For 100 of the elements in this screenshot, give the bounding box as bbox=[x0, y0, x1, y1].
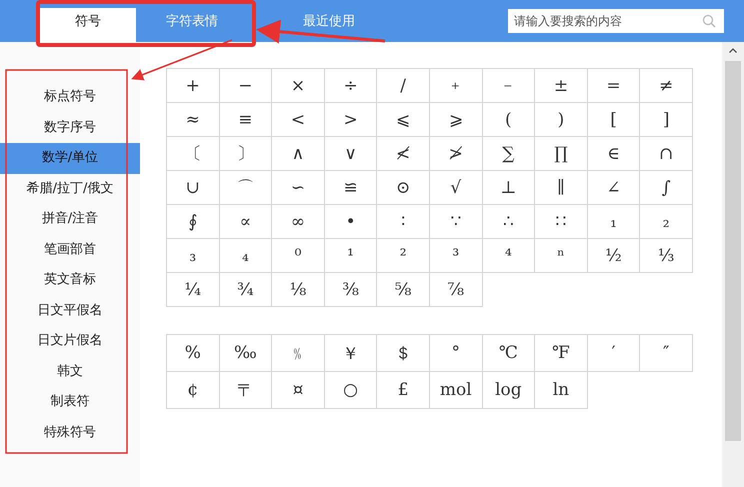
symbol-cell[interactable]: [ bbox=[588, 103, 640, 137]
symbol-cell[interactable]: ∝ bbox=[220, 205, 272, 239]
category-item[interactable]: 英文音标 bbox=[0, 265, 140, 296]
symbol-cell[interactable]: ‰ bbox=[220, 335, 272, 372]
symbol-cell[interactable]: ○ bbox=[324, 372, 378, 409]
symbol-cell[interactable]: − bbox=[220, 69, 272, 103]
symbol-cell[interactable]: ¾ bbox=[220, 273, 272, 307]
scroll-thumb[interactable] bbox=[725, 61, 741, 441]
symbol-cell[interactable]: ≮ bbox=[377, 137, 430, 171]
symbol-cell[interactable]: ∥ bbox=[535, 171, 588, 205]
category-item[interactable]: 标点符号 bbox=[0, 82, 140, 112]
symbol-cell[interactable]: ∩ bbox=[640, 137, 693, 171]
scrollbar[interactable] bbox=[722, 42, 744, 487]
symbol-cell[interactable]: ₄ bbox=[220, 239, 272, 273]
symbol-cell[interactable]: ≠ bbox=[640, 69, 693, 103]
symbol-cell[interactable]: ⊙ bbox=[377, 171, 430, 205]
symbol-cell[interactable]: ∧ bbox=[272, 137, 325, 171]
symbol-cell[interactable]: ∠ bbox=[588, 171, 640, 205]
symbol-cell[interactable]: ﹣ bbox=[482, 69, 536, 103]
symbol-cell[interactable]: ( bbox=[482, 103, 536, 137]
symbol-cell[interactable]: ≯ bbox=[430, 137, 483, 171]
category-item[interactable]: 制表符 bbox=[0, 387, 140, 418]
symbol-cell[interactable]: ⩽ bbox=[377, 103, 430, 137]
symbol-cell[interactable]: ° bbox=[430, 335, 483, 372]
symbol-cell[interactable]: ≈ bbox=[167, 103, 220, 137]
symbol-cell[interactable]: 〒 bbox=[220, 372, 272, 409]
symbol-cell[interactable]: ∪ bbox=[167, 171, 220, 205]
symbol-cell[interactable]: ￥ bbox=[324, 335, 378, 372]
symbol-cell[interactable]: ′ bbox=[588, 335, 640, 372]
symbol-cell[interactable]: ＄ bbox=[377, 335, 430, 372]
symbol-cell[interactable]: • bbox=[324, 205, 378, 239]
symbol-cell[interactable]: ⅜ bbox=[324, 273, 378, 307]
symbol-cell[interactable]: ₃ bbox=[167, 239, 220, 273]
category-item[interactable]: 笔画部首 bbox=[0, 234, 140, 265]
symbol-cell[interactable]: ¼ bbox=[167, 273, 220, 307]
tab[interactable]: 符号 bbox=[40, 8, 136, 42]
symbol-cell[interactable]: ÷ bbox=[324, 69, 378, 103]
symbol-cell[interactable]: ½ bbox=[588, 239, 640, 273]
symbol-cell[interactable]: ∷ bbox=[535, 205, 588, 239]
category-item[interactable]: 数学/单位 bbox=[0, 143, 140, 174]
symbol-cell[interactable]: ⅝ bbox=[377, 273, 430, 307]
symbol-cell[interactable]: ₂ bbox=[640, 205, 693, 239]
symbol-cell[interactable]: ℉ bbox=[535, 335, 588, 372]
symbol-cell[interactable]: ¢ bbox=[167, 372, 220, 409]
symbol-cell[interactable]: ∑ bbox=[482, 137, 536, 171]
symbol-cell[interactable]: ) bbox=[535, 103, 588, 137]
symbol-cell[interactable]: % bbox=[167, 335, 220, 372]
symbol-cell[interactable]: ″ bbox=[640, 335, 693, 372]
symbol-cell[interactable]: ∨ bbox=[324, 137, 378, 171]
symbol-cell[interactable]: ⌒ bbox=[220, 171, 272, 205]
symbol-cell[interactable]: ≌ bbox=[324, 171, 378, 205]
category-item[interactable]: 拼音/注音 bbox=[0, 204, 140, 234]
symbol-cell[interactable]: ⅓ bbox=[640, 239, 693, 273]
symbol-cell[interactable]: mol bbox=[430, 372, 483, 409]
symbol-cell[interactable]: ] bbox=[640, 103, 693, 137]
symbol-cell[interactable]: ln bbox=[535, 372, 588, 409]
symbol-cell[interactable]: £ bbox=[377, 372, 430, 409]
symbol-cell[interactable]: ₁ bbox=[588, 205, 640, 239]
symbol-cell[interactable]: ⊥ bbox=[482, 171, 536, 205]
symbol-cell[interactable]: log bbox=[482, 372, 536, 409]
symbol-cell[interactable]: ⁿ bbox=[535, 239, 588, 273]
category-item[interactable]: 日文平假名 bbox=[0, 296, 140, 326]
symbol-cell[interactable]: ⅛ bbox=[272, 273, 325, 307]
symbol-cell[interactable]: ³ bbox=[430, 239, 483, 273]
symbol-cell[interactable]: ℃ bbox=[482, 335, 536, 372]
symbol-cell[interactable]: ∞ bbox=[272, 205, 325, 239]
symbol-cell[interactable]: 〔 bbox=[167, 137, 220, 171]
symbol-cell[interactable]: ∫ bbox=[640, 171, 693, 205]
symbol-cell[interactable]: ∏ bbox=[535, 137, 588, 171]
symbol-cell[interactable]: ∴ bbox=[482, 205, 536, 239]
symbol-cell[interactable]: ± bbox=[535, 69, 588, 103]
search-field[interactable]: 请输入要搜索的内容 bbox=[508, 9, 724, 33]
symbol-cell[interactable]: ∵ bbox=[430, 205, 483, 239]
symbol-cell[interactable]: ﹪ bbox=[272, 335, 325, 372]
symbol-cell[interactable]: 〕 bbox=[220, 137, 272, 171]
symbol-cell[interactable]: < bbox=[272, 103, 325, 137]
symbol-cell[interactable]: / bbox=[377, 69, 430, 103]
symbol-cell[interactable]: ⅞ bbox=[430, 273, 483, 307]
category-item[interactable]: 韩文 bbox=[0, 356, 140, 387]
symbol-cell[interactable]: ﹢ bbox=[430, 69, 483, 103]
symbol-cell[interactable]: ≡ bbox=[220, 103, 272, 137]
scroll-up-icon[interactable] bbox=[729, 48, 737, 53]
symbol-cell[interactable]: ∽ bbox=[272, 171, 325, 205]
symbol-cell[interactable]: √ bbox=[430, 171, 483, 205]
symbol-cell[interactable]: × bbox=[272, 69, 325, 103]
symbol-cell[interactable]: ⁰ bbox=[272, 239, 325, 273]
symbol-cell[interactable]: ∶ bbox=[377, 205, 430, 239]
category-item[interactable]: 日文片假名 bbox=[0, 326, 140, 356]
category-item[interactable]: 特殊符号 bbox=[0, 418, 140, 448]
category-item[interactable]: 数字序号 bbox=[0, 112, 140, 143]
symbol-cell[interactable]: = bbox=[588, 69, 640, 103]
symbol-cell[interactable]: ∈ bbox=[588, 137, 640, 171]
symbol-cell[interactable]: ¤ bbox=[272, 372, 325, 409]
symbol-cell[interactable]: ∮ bbox=[167, 205, 220, 239]
category-item[interactable]: 希腊/拉丁/俄文 bbox=[0, 174, 140, 204]
symbol-cell[interactable]: > bbox=[324, 103, 378, 137]
symbol-cell[interactable]: ¹ bbox=[324, 239, 378, 273]
symbol-cell[interactable]: ⩾ bbox=[430, 103, 483, 137]
symbol-cell[interactable]: ² bbox=[377, 239, 430, 273]
symbol-cell[interactable]: + bbox=[167, 69, 220, 103]
